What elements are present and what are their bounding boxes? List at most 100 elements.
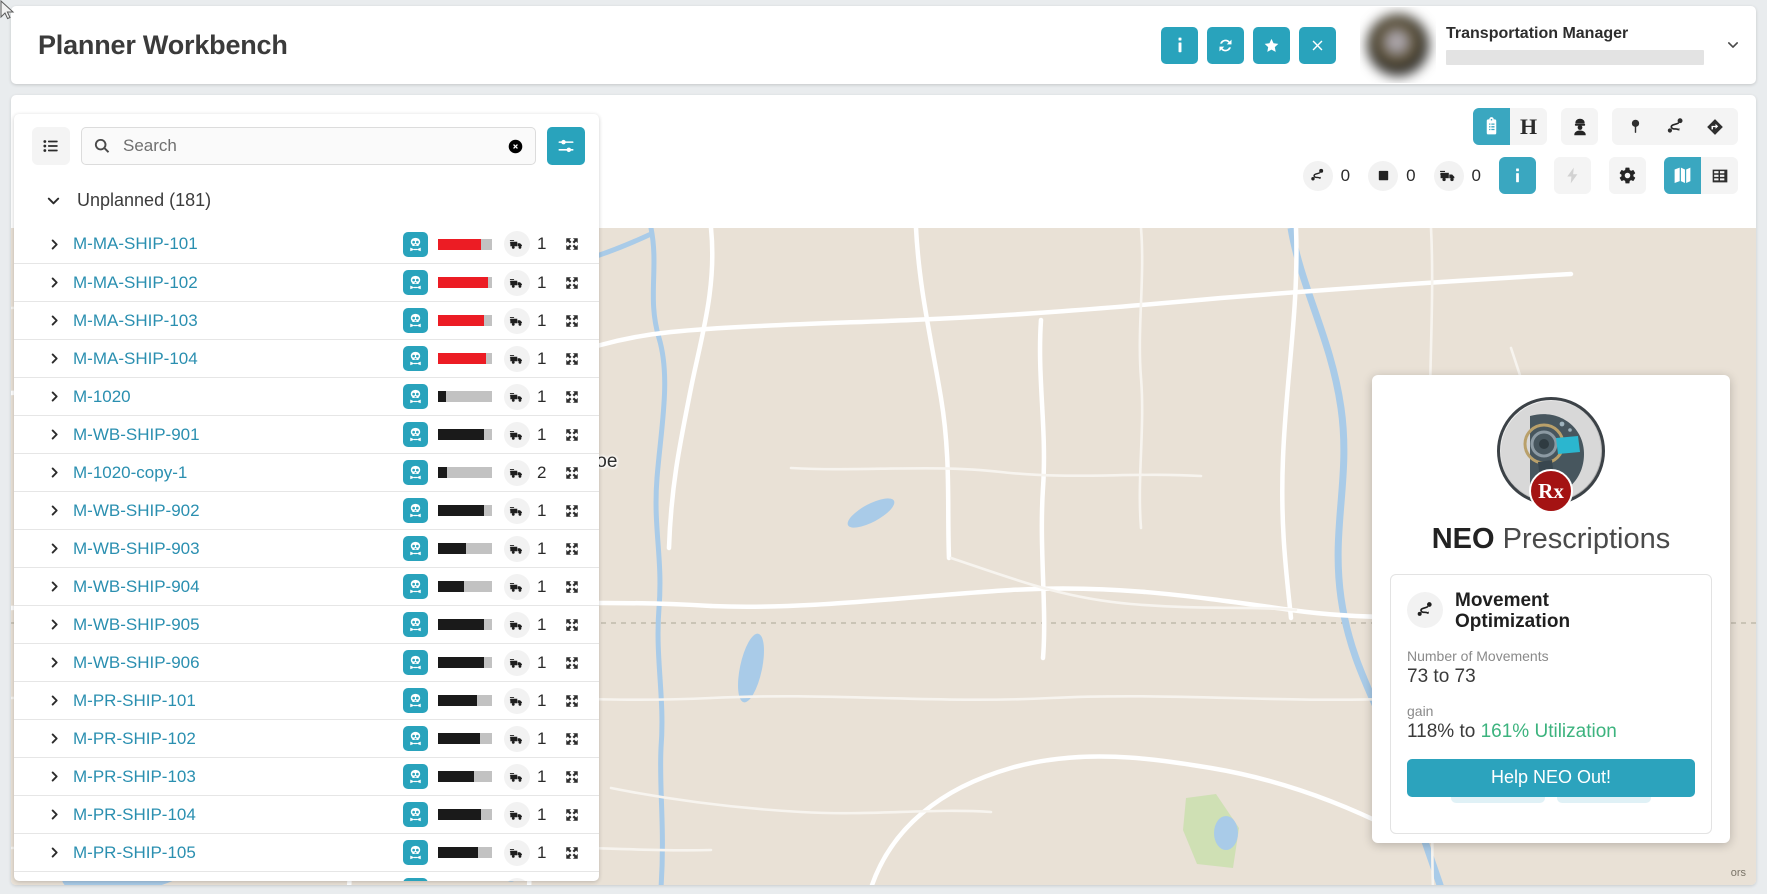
- row-fullscreen-button[interactable]: [559, 807, 585, 823]
- row-fullscreen-button[interactable]: [559, 275, 585, 291]
- table-row[interactable]: M-MA-SHIP-1041: [14, 339, 599, 377]
- neo-prescription-card[interactable]: Movement Optimization Number of Movement…: [1390, 574, 1712, 834]
- table-row[interactable]: M-PR-SHIP-1061: [14, 871, 599, 881]
- hazmat-skull-icon[interactable]: [403, 612, 428, 637]
- map-view-button[interactable]: [1664, 157, 1701, 194]
- hazmat-skull-icon[interactable]: [403, 878, 428, 881]
- refresh-button[interactable]: [1207, 27, 1244, 64]
- shipment-id-link[interactable]: M-WB-SHIP-904: [73, 577, 403, 597]
- table-row[interactable]: M-WB-SHIP-9011: [14, 415, 599, 453]
- shipment-id-link[interactable]: M-MA-SHIP-101: [73, 234, 403, 254]
- shipment-id-link[interactable]: M-WB-SHIP-903: [73, 539, 403, 559]
- hazmat-skull-icon[interactable]: [403, 726, 428, 751]
- info-button[interactable]: [1161, 27, 1198, 64]
- shipment-id-link[interactable]: M-PR-SHIP-104: [73, 805, 403, 825]
- shipment-id-link[interactable]: M-PR-SHIP-103: [73, 767, 403, 787]
- row-fullscreen-button[interactable]: [559, 579, 585, 595]
- row-expand-caret[interactable]: [47, 541, 73, 556]
- table-row[interactable]: M-WB-SHIP-9031: [14, 529, 599, 567]
- hazmat-skull-icon[interactable]: [403, 688, 428, 713]
- user-menu[interactable]: Transportation Manager: [1360, 6, 1756, 84]
- row-fullscreen-button[interactable]: [559, 427, 585, 443]
- table-row[interactable]: M-PR-SHIP-1041: [14, 795, 599, 833]
- table-row[interactable]: M-PR-SHIP-1031: [14, 757, 599, 795]
- hazmat-skull-icon[interactable]: [403, 270, 428, 295]
- row-fullscreen-button[interactable]: [559, 655, 585, 671]
- hazmat-skull-icon[interactable]: [403, 650, 428, 675]
- hazmat-skull-icon[interactable]: [403, 764, 428, 789]
- table-row[interactable]: M-WB-SHIP-9021: [14, 491, 599, 529]
- shipment-id-link[interactable]: M-PR-SHIP-105: [73, 843, 403, 863]
- row-fullscreen-button[interactable]: [559, 313, 585, 329]
- optimize-button[interactable]: [1554, 157, 1591, 194]
- table-row[interactable]: M-WB-SHIP-9041: [14, 567, 599, 605]
- row-expand-caret[interactable]: [47, 313, 73, 328]
- row-expand-caret[interactable]: [47, 655, 73, 670]
- shipment-id-link[interactable]: M-WB-SHIP-901: [73, 425, 403, 445]
- favorite-button[interactable]: [1253, 27, 1290, 64]
- row-expand-caret[interactable]: [47, 579, 73, 594]
- hazmat-skull-icon[interactable]: [403, 498, 428, 523]
- group-header-unplanned[interactable]: Unplanned (181): [14, 176, 599, 225]
- hazmat-skull-icon[interactable]: [403, 574, 428, 599]
- shipment-id-link[interactable]: M-PR-SHIP-106: [73, 881, 403, 882]
- close-button[interactable]: [1299, 27, 1336, 64]
- filter-button[interactable]: [547, 127, 585, 165]
- row-fullscreen-button[interactable]: [559, 845, 585, 861]
- hazmat-skull-icon[interactable]: [403, 384, 428, 409]
- search-input[interactable]: [121, 135, 497, 157]
- shipment-id-link[interactable]: M-1020-copy-1: [73, 463, 403, 483]
- row-expand-caret[interactable]: [47, 237, 73, 252]
- shipment-id-link[interactable]: M-MA-SHIP-103: [73, 311, 403, 331]
- row-expand-caret[interactable]: [47, 389, 73, 404]
- hazmat-skull-icon[interactable]: [403, 840, 428, 865]
- row-expand-caret[interactable]: [47, 769, 73, 784]
- row-expand-caret[interactable]: [47, 617, 73, 632]
- directions-button[interactable]: [1698, 110, 1732, 144]
- table-row[interactable]: M-PR-SHIP-1011: [14, 681, 599, 719]
- row-fullscreen-button[interactable]: [559, 389, 585, 405]
- row-fullscreen-button[interactable]: [559, 465, 585, 481]
- row-fullscreen-button[interactable]: [559, 769, 585, 785]
- table-row[interactable]: M-WB-SHIP-9061: [14, 643, 599, 681]
- list-view-toggle[interactable]: [32, 127, 70, 165]
- hazmat-skull-icon[interactable]: [403, 802, 428, 827]
- shipment-id-link[interactable]: M-WB-SHIP-905: [73, 615, 403, 635]
- shipment-id-link[interactable]: M-PR-SHIP-102: [73, 729, 403, 749]
- table-row[interactable]: M-WB-SHIP-9051: [14, 605, 599, 643]
- shipment-id-link[interactable]: M-PR-SHIP-101: [73, 691, 403, 711]
- row-fullscreen-button[interactable]: [559, 731, 585, 747]
- row-expand-caret[interactable]: [47, 351, 73, 366]
- shipment-list[interactable]: M-MA-SHIP-1011M-MA-SHIP-1021M-MA-SHIP-10…: [14, 225, 599, 881]
- table-row[interactable]: M-1020-copy-12: [14, 453, 599, 491]
- row-fullscreen-button[interactable]: [559, 503, 585, 519]
- tab-orders[interactable]: [1473, 108, 1510, 145]
- search-clear-button[interactable]: [507, 138, 524, 155]
- hazmat-skull-icon[interactable]: [403, 460, 428, 485]
- settings-button[interactable]: [1609, 157, 1646, 194]
- row-expand-caret[interactable]: [47, 427, 73, 442]
- row-fullscreen-button[interactable]: [559, 693, 585, 709]
- tab-history[interactable]: H: [1510, 108, 1547, 145]
- row-expand-caret[interactable]: [47, 465, 73, 480]
- table-row[interactable]: M-MA-SHIP-1021: [14, 263, 599, 301]
- hazmat-skull-icon[interactable]: [403, 232, 428, 257]
- shipment-id-link[interactable]: M-MA-SHIP-102: [73, 273, 403, 293]
- hazmat-skull-icon[interactable]: [403, 536, 428, 561]
- shipment-id-link[interactable]: M-WB-SHIP-906: [73, 653, 403, 673]
- row-fullscreen-button[interactable]: [559, 351, 585, 367]
- row-fullscreen-button[interactable]: [559, 617, 585, 633]
- row-expand-caret[interactable]: [47, 503, 73, 518]
- user-menu-caret[interactable]: [1710, 6, 1756, 84]
- shipment-id-link[interactable]: M-WB-SHIP-902: [73, 501, 403, 521]
- row-fullscreen-button[interactable]: [559, 236, 585, 252]
- row-expand-caret[interactable]: [47, 693, 73, 708]
- table-row[interactable]: M-10201: [14, 377, 599, 415]
- hazmat-skull-icon[interactable]: [403, 422, 428, 447]
- table-row[interactable]: M-MA-SHIP-1031: [14, 301, 599, 339]
- table-row[interactable]: M-PR-SHIP-1051: [14, 833, 599, 871]
- row-expand-caret[interactable]: [47, 845, 73, 860]
- hazmat-skull-icon[interactable]: [403, 308, 428, 333]
- table-row[interactable]: M-PR-SHIP-1021: [14, 719, 599, 757]
- map-pin-button[interactable]: [1618, 110, 1652, 144]
